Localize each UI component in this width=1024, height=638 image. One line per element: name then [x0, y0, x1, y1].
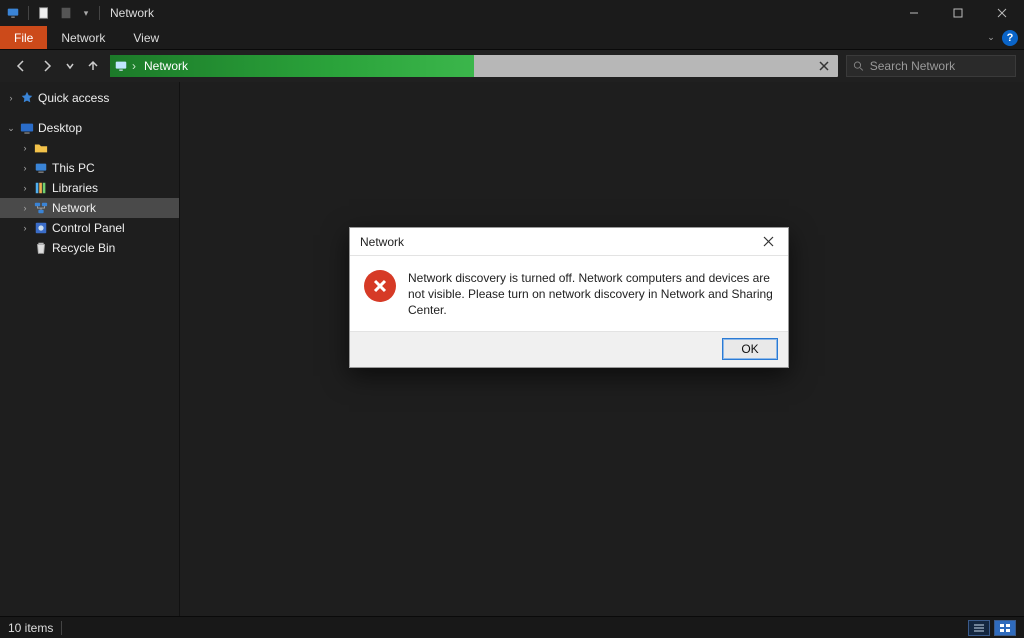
sidebar-item-label: This PC — [52, 161, 95, 175]
minimize-button[interactable] — [892, 0, 936, 26]
tab-file[interactable]: File — [0, 26, 47, 49]
caret-right-icon: › — [20, 223, 30, 233]
stop-refresh-button[interactable] — [816, 58, 832, 74]
document-icon[interactable] — [37, 6, 51, 20]
ok-button[interactable]: OK — [722, 338, 778, 360]
chevron-right-icon: › — [132, 59, 136, 73]
sidebar-item-label: Libraries — [52, 181, 98, 195]
recycle-bin-icon — [34, 241, 48, 255]
libraries-icon — [34, 181, 48, 195]
desktop-icon — [20, 121, 34, 135]
status-items-count: 10 items — [8, 621, 53, 635]
network-icon — [6, 6, 20, 20]
address-bar[interactable]: › Network — [110, 55, 838, 77]
sidebar-item-label: Control Panel — [52, 221, 125, 235]
sidebar-item-libraries[interactable]: › Libraries — [0, 178, 179, 198]
search-icon — [853, 60, 864, 72]
search-input[interactable] — [870, 59, 1009, 73]
caret-right-icon: › — [20, 203, 30, 213]
star-icon — [20, 91, 34, 105]
tab-view[interactable]: View — [119, 26, 173, 49]
sidebar-item-label: Recycle Bin — [52, 241, 115, 255]
separator — [99, 6, 100, 20]
navigation-bar: › Network — [0, 50, 1024, 82]
close-button[interactable] — [980, 0, 1024, 26]
network-icon — [34, 201, 48, 215]
dialog-title: Network — [360, 235, 404, 249]
details-view-button[interactable] — [968, 620, 990, 636]
sidebar-item-label: Network — [52, 201, 96, 215]
titlebar: ▾ Network — [0, 0, 1024, 26]
search-box[interactable] — [846, 55, 1016, 77]
user-folder-icon — [34, 141, 48, 155]
recent-locations-button[interactable] — [64, 57, 76, 75]
ribbon-tabs: File Network View ⌄ ? — [0, 26, 1024, 50]
navigation-pane: › Quick access ⌄ Desktop › › This PC › L… — [0, 82, 180, 616]
sidebar-item-control-panel[interactable]: › Control Panel — [0, 218, 179, 238]
dialog-footer: OK — [350, 331, 788, 367]
separator — [61, 621, 62, 635]
sidebar-item-desktop[interactable]: ⌄ Desktop — [0, 118, 179, 138]
maximize-button[interactable] — [936, 0, 980, 26]
dialog-close-button[interactable] — [758, 232, 778, 252]
dialog-message: Network discovery is turned off. Network… — [408, 270, 774, 319]
sidebar-item-network[interactable]: › Network — [0, 198, 179, 218]
caret-right-icon: › — [20, 183, 30, 193]
breadcrumb[interactable]: Network — [144, 59, 188, 73]
caret-down-icon: ⌄ — [6, 123, 16, 133]
sidebar-item-label: Quick access — [38, 91, 109, 105]
caret-right-icon: › — [20, 163, 30, 173]
error-dialog: Network Network discovery is turned off.… — [349, 227, 789, 368]
up-button[interactable] — [84, 57, 102, 75]
forward-button[interactable] — [38, 57, 56, 75]
pc-icon — [34, 161, 48, 175]
sidebar-item-quick-access[interactable]: › Quick access — [0, 88, 179, 108]
separator — [28, 6, 29, 20]
control-panel-icon — [34, 221, 48, 235]
network-icon — [114, 59, 128, 73]
status-bar: 10 items — [0, 616, 1024, 638]
sidebar-item-this-pc[interactable]: › This PC — [0, 158, 179, 178]
window-controls — [892, 0, 1024, 26]
window-title: Network — [110, 6, 154, 20]
ribbon-collapse-icon[interactable]: ⌄ — [986, 33, 996, 43]
address-progress: › Network — [110, 55, 474, 77]
tab-network[interactable]: Network — [47, 26, 119, 49]
caret-right-icon: › — [6, 93, 16, 103]
sidebar-item-label: Desktop — [38, 121, 82, 135]
help-button[interactable]: ? — [1002, 30, 1018, 46]
sidebar-item-user-folder[interactable]: › — [0, 138, 179, 158]
qat-dropdown-icon[interactable]: ▾ — [81, 8, 91, 18]
error-icon — [364, 270, 396, 302]
caret-right-icon: › — [20, 143, 30, 153]
dialog-titlebar[interactable]: Network — [350, 228, 788, 256]
back-button[interactable] — [12, 57, 30, 75]
large-icons-view-button[interactable] — [994, 620, 1016, 636]
paste-disabled-icon — [59, 6, 73, 20]
sidebar-item-recycle-bin[interactable]: › Recycle Bin — [0, 238, 179, 258]
quick-access-toolbar: ▾ — [6, 6, 100, 20]
